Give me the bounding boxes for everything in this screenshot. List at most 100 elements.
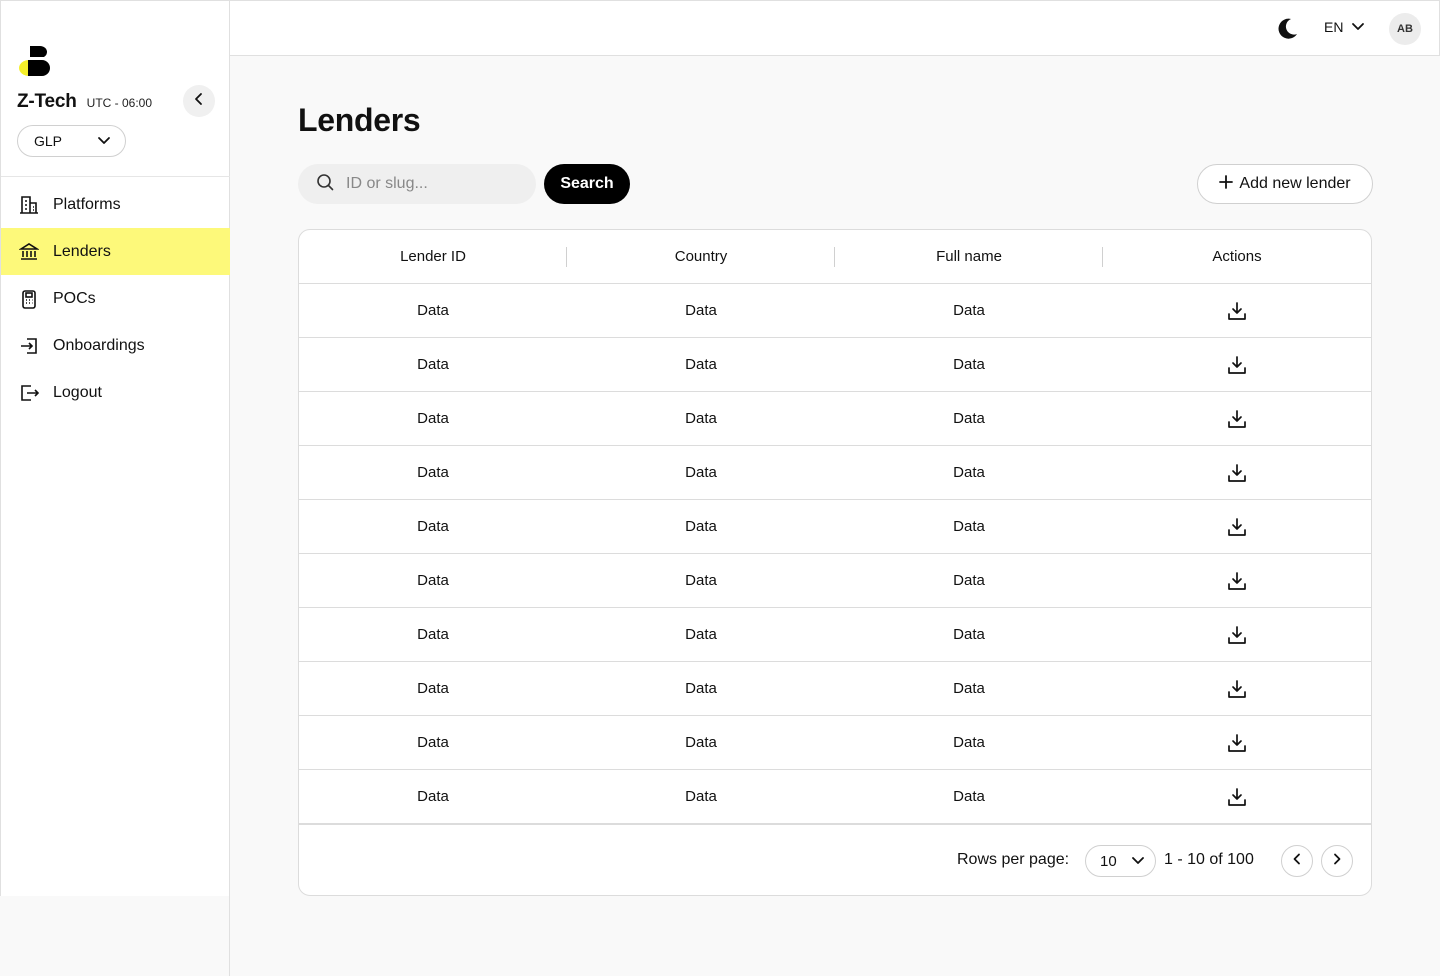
- table-row: Data Data Data: [299, 284, 1371, 338]
- table-header: Lender ID Country Full name Actions: [299, 230, 1371, 284]
- chevron-down-icon: [1131, 853, 1145, 870]
- sidebar: Z-Tech UTC - 06:00 GLP Platforms Lenders: [0, 0, 230, 896]
- sidebar-item-label: Onboardings: [53, 336, 145, 354]
- lenders-table: Lender ID Country Full name Actions Data…: [298, 229, 1372, 896]
- cell-actions: [1103, 662, 1371, 715]
- column-header-country: Country: [567, 230, 835, 283]
- cell-full-name: Data: [953, 356, 985, 373]
- sidebar-item-label: POCs: [53, 289, 96, 307]
- download-icon[interactable]: [1227, 517, 1247, 537]
- table-row: Data Data Data: [299, 392, 1371, 446]
- column-header-actions: Actions: [1212, 248, 1262, 265]
- cell-full-name: Data: [953, 464, 985, 481]
- sidebar-item-lenders[interactable]: Lenders: [1, 228, 230, 275]
- org-timezone: UTC - 06:00: [86, 96, 153, 110]
- cell-country: Data: [685, 734, 717, 751]
- table-pagination: Rows per page: 10 1 - 10 of 100: [299, 824, 1371, 895]
- bank-icon: [18, 241, 39, 262]
- cell-lender-id: Data: [417, 410, 449, 427]
- search-input[interactable]: [346, 175, 516, 193]
- sidebar-item-pocs[interactable]: POCs: [1, 275, 230, 322]
- download-icon[interactable]: [1227, 463, 1247, 483]
- table-row: Data Data Data: [299, 770, 1371, 824]
- cell-full-name: Data: [953, 626, 985, 643]
- sidebar-item-platforms[interactable]: Platforms: [1, 181, 230, 228]
- cell-full-name: Data: [953, 734, 985, 751]
- sidebar-item-label: Lenders: [53, 242, 111, 260]
- cell-lender-id: Data: [417, 734, 449, 751]
- language-select[interactable]: EN: [1324, 19, 1365, 35]
- table-row: Data Data Data: [299, 338, 1371, 392]
- cell-country: Data: [685, 680, 717, 697]
- platform-select[interactable]: GLP: [17, 125, 126, 157]
- add-new-lender-label: Add new lender: [1239, 175, 1351, 192]
- next-page-button[interactable]: [1321, 845, 1353, 877]
- cell-country: Data: [685, 464, 717, 481]
- search-button[interactable]: Search: [544, 164, 630, 204]
- chevron-down-icon: [97, 133, 111, 149]
- cell-country: Data: [685, 410, 717, 427]
- cell-actions: [1103, 716, 1371, 769]
- rows-per-page-label: Rows per page:: [957, 851, 1070, 868]
- chevron-right-icon: [1331, 852, 1343, 870]
- rows-per-page-value: 10: [1100, 852, 1117, 870]
- chevron-left-icon: [192, 92, 206, 111]
- cell-country: Data: [685, 518, 717, 535]
- download-icon[interactable]: [1227, 679, 1247, 699]
- cell-country: Data: [685, 626, 717, 643]
- table-row: Data Data Data: [299, 662, 1371, 716]
- pagination-range: 1 - 10 of 100: [1164, 851, 1254, 868]
- cell-lender-id: Data: [417, 788, 449, 805]
- top-bar: EN AB: [230, 0, 1440, 56]
- cell-actions: [1103, 608, 1371, 661]
- login-arrow-icon: [18, 335, 39, 356]
- cell-full-name: Data: [953, 572, 985, 589]
- cell-lender-id: Data: [417, 518, 449, 535]
- add-new-lender-button[interactable]: Add new lender: [1197, 164, 1373, 204]
- language-value: EN: [1324, 19, 1344, 35]
- cell-actions: [1103, 392, 1371, 445]
- sidebar-item-label: Platforms: [53, 195, 121, 213]
- previous-page-button[interactable]: [1281, 845, 1313, 877]
- collapse-sidebar-button[interactable]: [183, 85, 215, 117]
- sidebar-divider: [1, 176, 230, 177]
- search-icon: [316, 173, 334, 196]
- chevron-down-icon: [1351, 19, 1365, 35]
- column-header-lender-id: Lender ID: [299, 230, 567, 283]
- cell-country: Data: [685, 302, 717, 319]
- column-header-full-name: Full name: [835, 230, 1103, 283]
- avatar[interactable]: AB: [1389, 13, 1421, 45]
- logout-icon: [18, 382, 39, 403]
- cell-lender-id: Data: [417, 464, 449, 481]
- table-row: Data Data Data: [299, 608, 1371, 662]
- cell-country: Data: [685, 788, 717, 805]
- download-icon[interactable]: [1227, 733, 1247, 753]
- cell-lender-id: Data: [417, 680, 449, 697]
- rows-per-page-select[interactable]: 10: [1085, 845, 1156, 877]
- platform-select-value: GLP: [34, 133, 63, 149]
- table-row: Data Data Data: [299, 716, 1371, 770]
- cell-lender-id: Data: [417, 356, 449, 373]
- dark-mode-toggle-moon-icon[interactable]: [1278, 18, 1298, 45]
- download-icon[interactable]: [1227, 355, 1247, 375]
- cell-actions: [1103, 770, 1371, 823]
- download-icon[interactable]: [1227, 301, 1247, 321]
- cell-actions: [1103, 500, 1371, 553]
- chevron-left-icon: [1291, 852, 1303, 870]
- org-name: Z-Tech: [17, 91, 77, 112]
- download-icon[interactable]: [1227, 409, 1247, 429]
- cell-actions: [1103, 284, 1371, 337]
- sidebar-item-label: Logout: [53, 383, 102, 401]
- cell-full-name: Data: [953, 680, 985, 697]
- download-icon[interactable]: [1227, 571, 1247, 591]
- download-icon[interactable]: [1227, 787, 1247, 807]
- sidebar-border: [229, 896, 230, 976]
- sidebar-item-onboardings[interactable]: Onboardings: [1, 322, 230, 369]
- cell-full-name: Data: [953, 518, 985, 535]
- table-row: Data Data Data: [299, 500, 1371, 554]
- cell-actions: [1103, 446, 1371, 499]
- cell-actions: [1103, 338, 1371, 391]
- cell-country: Data: [685, 356, 717, 373]
- download-icon[interactable]: [1227, 625, 1247, 645]
- sidebar-item-logout[interactable]: Logout: [1, 369, 230, 416]
